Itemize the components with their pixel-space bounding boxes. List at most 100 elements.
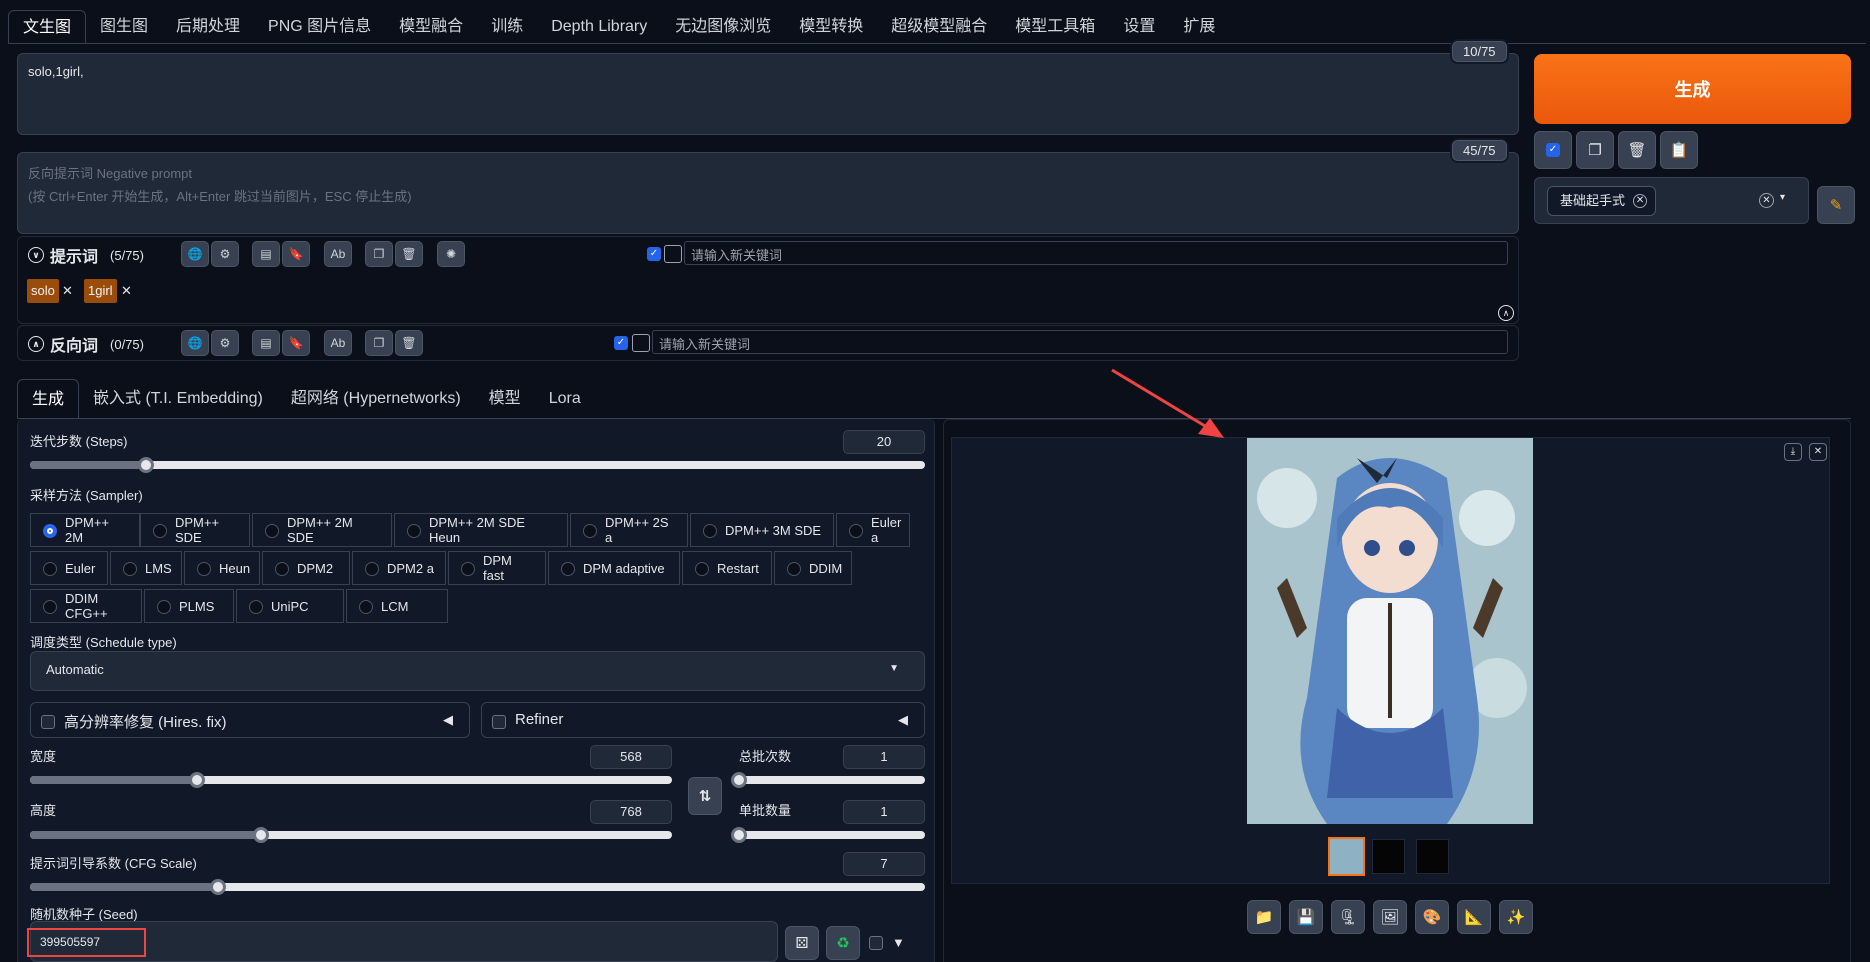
- sampler-option[interactable]: DPM++ 2M: [30, 513, 140, 547]
- prompt-textarea[interactable]: solo,1girl,: [17, 53, 1519, 135]
- bookmark-icon[interactable]: 🔖: [282, 241, 310, 267]
- dice-icon[interactable]: ⚄: [785, 926, 819, 960]
- gear-icon[interactable]: ⚙: [211, 241, 239, 267]
- gear-icon[interactable]: ⚙: [211, 330, 239, 356]
- sub-tab-1[interactable]: 嵌入式 (T.I. Embedding): [79, 379, 277, 419]
- height-input[interactable]: 768: [590, 800, 672, 824]
- ruler-icon[interactable]: 📐: [1457, 900, 1491, 934]
- tab-2[interactable]: 后期处理: [162, 10, 254, 44]
- chevron-down-icon[interactable]: ▾: [1780, 192, 1785, 203]
- trash-icon[interactable]: 🗑: [395, 330, 423, 356]
- tab-12[interactable]: 扩展: [1169, 10, 1229, 44]
- bookmark-icon[interactable]: 🔖: [282, 330, 310, 356]
- tab-1[interactable]: 图生图: [86, 10, 162, 44]
- tag-chip[interactable]: 1girl: [84, 279, 117, 303]
- copy-icon[interactable]: ❐: [1576, 131, 1614, 169]
- trash-icon[interactable]: 🗑: [1618, 131, 1656, 169]
- thumbnail[interactable]: [1416, 839, 1449, 874]
- pencil-icon[interactable]: ✎: [1817, 186, 1855, 224]
- slider-thumb[interactable]: [253, 827, 270, 843]
- sparkle-icon[interactable]: ✨: [1499, 900, 1533, 934]
- slider-thumb[interactable]: [209, 879, 226, 895]
- sampler-option[interactable]: LCM: [346, 589, 448, 623]
- steps-slider[interactable]: [30, 457, 925, 473]
- copy-icon[interactable]: ❐: [365, 330, 393, 356]
- sampler-option[interactable]: DPM++ 3M SDE: [690, 513, 834, 547]
- negative-tags-header[interactable]: ∧ 反向词 (0/75): [28, 332, 144, 356]
- slider-thumb[interactable]: [731, 772, 747, 788]
- panel-toggle-icon[interactable]: [632, 334, 650, 352]
- style-chip[interactable]: 基础起手式 ✕: [1547, 186, 1657, 216]
- negative-prompt-textarea[interactable]: 反向提示词 Negative prompt (按 Ctrl+Enter 开始生成…: [17, 152, 1519, 234]
- tab-6[interactable]: Depth Library: [537, 10, 661, 44]
- sub-tab-0[interactable]: 生成: [17, 379, 80, 419]
- close-icon[interactable]: ✕: [1809, 443, 1827, 461]
- history-icon[interactable]: ▤: [252, 241, 280, 267]
- prompt-keyword-input[interactable]: 请输入新关键词: [684, 241, 1508, 265]
- schedule-dropdown[interactable]: Automatic ▼: [30, 651, 925, 691]
- keyword-checkbox[interactable]: ✓: [614, 336, 628, 350]
- sampler-option[interactable]: DPM++ 2M SDE Heun: [394, 513, 568, 547]
- copy-icon[interactable]: ❐: [365, 241, 393, 267]
- cfg-input[interactable]: 7: [843, 852, 925, 876]
- sub-tab-2[interactable]: 超网络 (Hypernetworks): [277, 379, 475, 419]
- collapse-up-icon[interactable]: ∧: [1498, 305, 1514, 321]
- slider-thumb[interactable]: [731, 827, 747, 843]
- sampler-option[interactable]: DPM++ 2M SDE: [252, 513, 392, 547]
- hires-fix-accordion[interactable]: 高分辨率修复 (Hires. fix) ◀: [30, 702, 470, 738]
- sub-tab-4[interactable]: Lora: [535, 379, 595, 419]
- sampler-option[interactable]: DDIM: [774, 551, 852, 585]
- prompt-tags-header[interactable]: ∨ 提示词 (5/75): [28, 243, 144, 267]
- checkbox-toggle-button[interactable]: ✓: [1534, 131, 1572, 169]
- clipboard-icon[interactable]: 📋: [1660, 131, 1698, 169]
- batch-size-input[interactable]: 1: [843, 800, 925, 824]
- zip-icon[interactable]: 🗜: [1331, 900, 1365, 934]
- triangle-down-icon[interactable]: ▼: [892, 935, 905, 950]
- styles-dropdown[interactable]: 基础起手式 ✕ ✕ ▾: [1534, 177, 1809, 224]
- sampler-option[interactable]: DPM2: [262, 551, 350, 585]
- remove-chip-icon[interactable]: ✕: [1633, 194, 1648, 208]
- sampler-option[interactable]: DPM adaptive: [548, 551, 680, 585]
- generate-button[interactable]: 生成: [1534, 54, 1851, 124]
- sampler-option[interactable]: Heun: [184, 551, 260, 585]
- batch-count-slider[interactable]: [731, 772, 925, 788]
- palette-icon[interactable]: 🎨: [1415, 900, 1449, 934]
- clear-icon[interactable]: ✕: [1759, 193, 1774, 208]
- sampler-option[interactable]: DDIM CFG++: [30, 589, 142, 623]
- tab-9[interactable]: 超级模型融合: [877, 10, 1001, 44]
- generated-image[interactable]: [1247, 438, 1533, 824]
- thumbnail-selected[interactable]: [1328, 837, 1365, 876]
- sampler-option[interactable]: DPM fast: [448, 551, 546, 585]
- sampler-option[interactable]: Euler: [30, 551, 108, 585]
- keyword-checkbox[interactable]: ✓: [647, 247, 661, 261]
- sampler-option[interactable]: DPM++ 2S a: [570, 513, 688, 547]
- remove-tag-icon[interactable]: ✕: [121, 283, 132, 299]
- tab-5[interactable]: 训练: [477, 10, 537, 44]
- text-format-icon[interactable]: Ab: [324, 241, 352, 267]
- extra-seed-checkbox[interactable]: [869, 936, 883, 950]
- sampler-option[interactable]: Euler a: [836, 513, 910, 547]
- seed-value[interactable]: 399505597: [27, 928, 146, 957]
- refiner-checkbox[interactable]: [492, 715, 506, 729]
- steps-input[interactable]: 20: [843, 430, 925, 454]
- panel-toggle-icon[interactable]: [664, 245, 682, 263]
- tab-0[interactable]: 文生图: [8, 10, 87, 44]
- recycle-icon[interactable]: ♻: [826, 926, 860, 960]
- openai-icon[interactable]: ✺: [437, 241, 465, 267]
- negative-keyword-input[interactable]: 请输入新关键词: [652, 330, 1508, 354]
- slider-thumb[interactable]: [188, 772, 205, 788]
- batch-size-slider[interactable]: [731, 827, 925, 843]
- tab-7[interactable]: 无边图像浏览: [661, 10, 785, 44]
- globe-icon[interactable]: 🌐: [181, 330, 209, 356]
- sampler-option[interactable]: DPM++ SDE: [140, 513, 250, 547]
- globe-icon[interactable]: 🌐: [181, 241, 209, 267]
- trash-icon[interactable]: 🗑: [395, 241, 423, 267]
- tab-8[interactable]: 模型转换: [785, 10, 877, 44]
- sub-tab-3[interactable]: 模型: [475, 379, 535, 419]
- sampler-option[interactable]: DPM2 a: [352, 551, 446, 585]
- tab-3[interactable]: PNG 图片信息: [254, 10, 385, 44]
- text-format-icon[interactable]: Ab: [324, 330, 352, 356]
- width-input[interactable]: 568: [590, 745, 672, 769]
- tag-chip[interactable]: solo: [27, 279, 59, 303]
- tab-4[interactable]: 模型融合: [385, 10, 477, 44]
